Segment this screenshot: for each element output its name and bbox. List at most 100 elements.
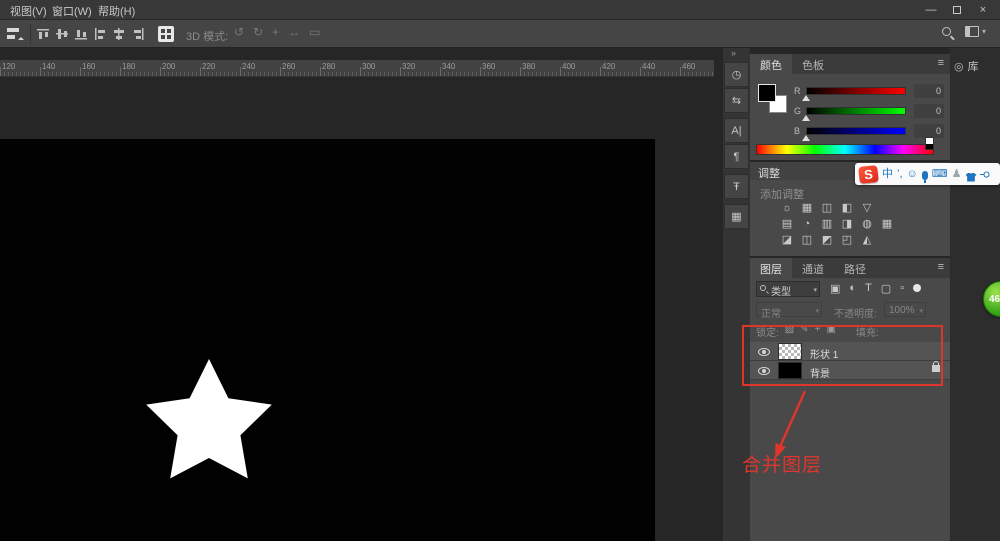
red-slider-thumb[interactable] xyxy=(802,95,810,101)
tab-color[interactable]: 颜色 xyxy=(750,54,792,74)
libraries-label: 库 xyxy=(968,58,979,74)
adjustment-layer-filter-icon[interactable]: ◐ xyxy=(849,282,856,295)
menu-help[interactable]: 帮助(H) xyxy=(98,3,135,19)
character-panel-icon[interactable]: A| xyxy=(724,118,749,143)
chinese-mode-icon[interactable]: 中 xyxy=(882,164,893,184)
history-panel-icon[interactable]: ◷ xyxy=(724,62,749,87)
distribute-left-icon[interactable] xyxy=(93,27,107,41)
distribute-top-icon[interactable] xyxy=(36,27,50,41)
hue-saturation-icon[interactable]: ▤ xyxy=(780,218,794,231)
foreground-color-swatch[interactable] xyxy=(758,84,776,102)
distribute-right-icon[interactable] xyxy=(131,27,145,41)
emoji-icon[interactable]: ☺ xyxy=(907,164,918,184)
black-white-icon[interactable]: ▥ xyxy=(820,218,834,231)
green-slider[interactable] xyxy=(806,107,906,115)
paragraph-panel-icon[interactable]: ¶ xyxy=(724,144,749,169)
star-shape[interactable] xyxy=(0,139,655,541)
slide-3d-icon[interactable]: ↔ xyxy=(288,25,300,39)
color-balance-icon[interactable]: ◔ xyxy=(800,218,814,231)
black-white-picker[interactable] xyxy=(925,137,934,150)
ruler-tick-label: 360 xyxy=(482,62,495,71)
curves-icon[interactable]: ◫ xyxy=(820,202,834,215)
menu-view[interactable]: 视图(V) xyxy=(10,3,47,19)
selective-color-icon[interactable]: ◭ xyxy=(860,234,874,247)
orbit-3d-icon[interactable]: ↺ xyxy=(234,25,244,39)
blue-value[interactable]: 0 xyxy=(914,124,944,138)
punctuation-icon[interactable]: ’, xyxy=(897,164,903,184)
document-area: 1201401601802002202402602803003203403603… xyxy=(0,48,723,541)
title-bar: 视图(V) 窗口(W) 帮助(H) — × xyxy=(0,0,1000,20)
blend-mode-dropdown[interactable]: 正常 ▾ xyxy=(756,302,822,317)
blend-row: 正常 ▾ 不透明度: 100% ▾ xyxy=(750,302,950,320)
panel-menu-icon[interactable]: ≡ xyxy=(938,57,944,69)
toolbox-wrench-icon[interactable]: ⚲ xyxy=(978,170,991,178)
person-icon[interactable]: ♟ xyxy=(952,164,962,184)
green-slider-thumb[interactable] xyxy=(802,115,810,121)
filter-kind-dropdown[interactable]: 类型 ▾ xyxy=(756,281,820,297)
ruler-tick-label: 120 xyxy=(2,62,15,71)
layer-filter-row: 类型 ▾ ▣ ◐ T ▢ ▫ xyxy=(750,280,950,300)
panel-menu-icon[interactable]: ≡ xyxy=(938,261,944,273)
gradient-map-icon[interactable]: ◰ xyxy=(840,234,854,247)
tool-icon[interactable] xyxy=(5,25,25,43)
ruler-tick-label: 280 xyxy=(322,62,335,71)
posterize-icon[interactable]: ◫ xyxy=(800,234,814,247)
microphone-icon[interactable] xyxy=(922,171,928,180)
color-panel: 颜色 色板 ≡ R 0 G 0 B 0 xyxy=(750,54,950,160)
blue-slider[interactable] xyxy=(806,127,906,135)
invert-icon[interactable]: ◪ xyxy=(780,234,794,247)
smart-object-filter-icon[interactable]: ▫ xyxy=(900,282,904,295)
levels-icon[interactable]: ▦ xyxy=(800,202,814,215)
vibrance-icon[interactable]: ▽ xyxy=(860,202,874,215)
distribute-vcenter-icon[interactable] xyxy=(55,27,69,41)
workspace-switcher[interactable]: ▾ xyxy=(965,26,986,37)
shape-layer-filter-icon[interactable]: ▢ xyxy=(881,282,891,295)
timeline-panel-icon[interactable]: ▦ xyxy=(724,204,749,229)
opacity-dropdown[interactable]: 100% ▾ xyxy=(884,302,926,317)
ruler-tick-label: 340 xyxy=(442,62,455,71)
blue-slider-thumb[interactable] xyxy=(802,135,810,141)
skin-icon[interactable] xyxy=(966,173,977,182)
libraries-tab[interactable]: ◎ 库 xyxy=(954,58,979,74)
ruler-tick-label: 300 xyxy=(362,62,375,71)
exposure-icon[interactable]: ◧ xyxy=(840,202,854,215)
tab-swatches[interactable]: 色板 xyxy=(792,54,834,74)
canvas[interactable] xyxy=(0,139,655,541)
horizontal-ruler[interactable]: 1201401601802002202402602803003203403603… xyxy=(0,60,714,77)
sogou-logo[interactable]: S xyxy=(858,165,879,184)
channel-mixer-icon[interactable]: ◍ xyxy=(860,218,874,231)
scale-3d-icon[interactable]: ▭ xyxy=(309,25,320,39)
tab-paths[interactable]: 路径 xyxy=(834,258,876,278)
panel-toggle-icon[interactable] xyxy=(158,26,174,42)
chevron-down-icon: ▾ xyxy=(815,307,819,315)
distribute-hcenter-icon[interactable] xyxy=(112,27,126,41)
photo-filter-icon[interactable]: ◨ xyxy=(840,218,854,231)
properties-panel-icon[interactable]: ⇆ xyxy=(724,88,749,113)
tab-channels[interactable]: 通道 xyxy=(792,258,834,278)
red-slider[interactable] xyxy=(806,87,906,95)
brightness-contrast-icon[interactable]: ☼ xyxy=(780,202,794,215)
roll-3d-icon[interactable]: ↻ xyxy=(253,25,263,39)
color-swatches[interactable] xyxy=(758,84,790,116)
distribute-bottom-icon[interactable] xyxy=(74,27,88,41)
dock-collapse-icon[interactable]: » xyxy=(731,48,736,58)
tab-layers[interactable]: 图层 xyxy=(750,258,792,278)
red-value[interactable]: 0 xyxy=(914,84,944,98)
color-lookup-icon[interactable]: ▦ xyxy=(880,218,894,231)
pixel-layer-filter-icon[interactable]: ▣ xyxy=(830,282,840,295)
drag-3d-icon[interactable]: + xyxy=(272,25,279,39)
maximize-button[interactable] xyxy=(944,0,970,20)
blue-label: B xyxy=(794,126,800,136)
search-icon[interactable] xyxy=(942,27,951,36)
close-button[interactable]: × xyxy=(970,0,996,20)
color-spectrum-bar[interactable] xyxy=(756,144,934,155)
ruler-tick-label: 160 xyxy=(82,62,95,71)
menu-window[interactable]: 窗口(W) xyxy=(52,3,92,19)
type-layer-filter-icon[interactable]: T xyxy=(865,282,872,295)
threshold-icon[interactable]: ◩ xyxy=(820,234,834,247)
filter-toggle-icon[interactable] xyxy=(913,284,921,292)
glyphs-panel-icon[interactable]: Ŧ xyxy=(724,174,749,199)
green-value[interactable]: 0 xyxy=(914,104,944,118)
minimize-button[interactable]: — xyxy=(918,0,944,20)
keyboard-icon[interactable]: ⌨ xyxy=(932,164,948,184)
